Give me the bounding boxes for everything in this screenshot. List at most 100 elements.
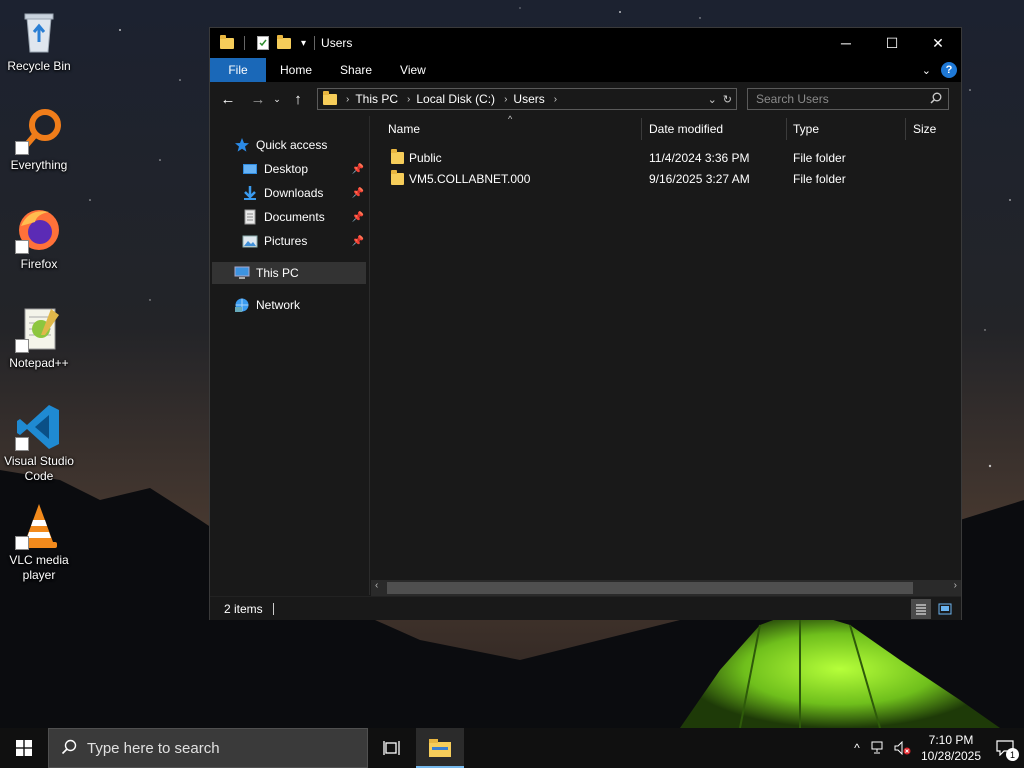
nav-item-label: Quick access <box>256 138 328 152</box>
desktop-folder-icon <box>242 161 258 177</box>
help-icon[interactable]: ? <box>941 62 957 78</box>
show-hidden-icons-icon[interactable]: ^ <box>846 728 868 768</box>
nav-item-desktop[interactable]: Desktop 📌 <box>242 158 366 180</box>
new-folder-icon[interactable] <box>277 34 293 51</box>
nav-item-label: Network <box>256 298 301 312</box>
title-bar[interactable]: ▾ Users ─ ☐ ✕ <box>210 28 961 58</box>
tab-view[interactable]: View <box>386 58 440 82</box>
this-pc-icon <box>234 265 250 281</box>
forward-button[interactable]: → <box>246 87 270 111</box>
desktop-icon-label: Recycle Bin <box>7 59 71 73</box>
pin-icon[interactable]: 📌 <box>352 164 364 175</box>
address-history-dropdown-icon[interactable]: ⌄ <box>708 93 717 106</box>
taskbar-search-input[interactable] <box>87 739 347 757</box>
back-button[interactable]: ← <box>216 87 240 111</box>
column-divider[interactable] <box>786 118 787 140</box>
breadcrumb-this-pc[interactable]: This PC <box>355 92 398 106</box>
toolbar-separator <box>314 36 316 50</box>
pin-icon[interactable]: 📌 <box>352 188 364 199</box>
minimize-button[interactable]: ─ <box>823 28 869 58</box>
desktop-icon-recycle-bin[interactable]: Recycle Bin <box>2 8 76 74</box>
nav-item-quick-access[interactable]: Quick access <box>234 134 364 156</box>
breadcrumb-separator-icon[interactable]: › <box>407 94 410 105</box>
column-divider[interactable] <box>641 118 642 140</box>
search-input[interactable] <box>756 92 916 106</box>
close-button[interactable]: ✕ <box>915 28 961 58</box>
pin-icon[interactable]: 📌 <box>352 212 364 223</box>
breadcrumb-separator-icon[interactable]: › <box>504 94 507 105</box>
column-header-name[interactable]: Name <box>388 116 642 142</box>
horizontal-scrollbar[interactable]: ‹ › <box>371 580 961 596</box>
taskbar-file-explorer-button[interactable] <box>416 728 464 768</box>
desktop-icon-notepad-plus-plus[interactable]: Notepad++ <box>2 305 76 371</box>
network-status-icon[interactable] <box>868 728 890 768</box>
nav-item-label: Documents <box>264 210 325 224</box>
breadcrumb-users[interactable]: Users <box>513 92 544 106</box>
large-icons-view-button[interactable] <box>935 599 955 619</box>
breadcrumb-separator-icon[interactable]: › <box>346 94 349 105</box>
file-type: File folder <box>793 172 846 186</box>
everything-search-icon <box>15 107 63 155</box>
file-name: Public <box>409 151 442 165</box>
refresh-icon[interactable]: ↻ <box>723 93 732 106</box>
recent-locations-button[interactable]: ⌄ <box>270 87 284 111</box>
nav-item-documents[interactable]: Documents 📌 <box>242 206 366 228</box>
folder-icon <box>391 169 404 189</box>
file-explorer-window[interactable]: ▾ Users ─ ☐ ✕ File Home Share View ⌄ ? ←… <box>209 27 962 620</box>
desktop-icon-label: Visual Studio Code <box>4 454 74 483</box>
tab-home[interactable]: Home <box>266 58 326 82</box>
nav-item-pictures[interactable]: Pictures 📌 <box>242 230 366 252</box>
file-list[interactable]: ^ Name Date modified Type Size Public 11… <box>371 114 961 595</box>
column-header-date-modified[interactable]: Date modified <box>649 116 787 142</box>
tab-share[interactable]: Share <box>326 58 386 82</box>
taskbar-search-box[interactable] <box>48 728 368 768</box>
desktop-icon-firefox[interactable]: Firefox <box>2 206 76 272</box>
breadcrumb-separator-icon[interactable]: › <box>554 94 557 105</box>
scroll-right-icon[interactable]: › <box>954 580 957 591</box>
desktop-icon-vlc[interactable]: VLC media player <box>2 502 76 583</box>
address-bar[interactable]: › This PC › Local Disk (C:) › Users › ⌄ … <box>317 88 737 110</box>
column-divider[interactable] <box>905 118 906 140</box>
volume-muted-icon[interactable] <box>890 728 916 768</box>
start-button[interactable] <box>0 728 48 768</box>
search-box[interactable] <box>747 88 949 110</box>
desktop-icon-vscode[interactable]: Visual Studio Code <box>2 403 76 484</box>
search-icon <box>61 739 77 758</box>
shortcut-arrow-icon <box>15 339 29 353</box>
windows-logo-icon <box>16 740 32 756</box>
tab-file[interactable]: File <box>210 58 266 82</box>
vscode-icon <box>15 403 63 451</box>
properties-icon[interactable] <box>255 35 271 51</box>
task-view-button[interactable] <box>368 728 416 768</box>
file-name: VM5.COLLABNET.000 <box>409 172 531 186</box>
item-count: 2 items <box>224 601 263 616</box>
nav-item-label: Pictures <box>264 234 308 248</box>
desktop-icon-label: Notepad++ <box>9 356 69 370</box>
breadcrumb-local-disk[interactable]: Local Disk (C:) <box>416 92 495 106</box>
file-row[interactable]: VM5.COLLABNET.000 9/16/2025 3:27 AM File… <box>388 169 948 189</box>
action-center-button[interactable]: 1 <box>986 728 1024 768</box>
desktop-icon-everything[interactable]: Everything <box>2 107 76 173</box>
taskbar: ^ 7:10 PM 10/28/2025 1 <box>0 728 1024 768</box>
nav-item-label: Desktop <box>264 162 309 176</box>
nav-item-downloads[interactable]: Downloads 📌 <box>242 182 366 204</box>
file-type: File folder <box>793 151 846 165</box>
nav-item-this-pc[interactable]: This PC <box>212 262 366 284</box>
clock-date: 10/28/2025 <box>920 749 982 763</box>
shortcut-arrow-icon <box>15 536 29 550</box>
pin-icon[interactable]: 📌 <box>352 236 364 247</box>
column-header-type[interactable]: Type <box>793 116 905 142</box>
scrollbar-thumb[interactable] <box>387 582 913 594</box>
maximize-button[interactable]: ☐ <box>869 28 915 58</box>
expand-ribbon-icon[interactable]: ⌄ <box>922 64 931 77</box>
file-row[interactable]: Public 11/4/2024 3:36 PM File folder <box>388 148 948 168</box>
details-view-button[interactable] <box>911 598 931 619</box>
system-clock[interactable]: 7:10 PM 10/28/2025 <box>916 732 986 764</box>
nav-item-network[interactable]: Network <box>234 294 364 316</box>
downloads-icon <box>242 185 258 201</box>
column-header-size[interactable]: Size <box>913 116 961 142</box>
up-button[interactable]: ↑ <box>286 87 310 111</box>
network-icon <box>234 297 250 313</box>
scroll-left-icon[interactable]: ‹ <box>375 580 378 591</box>
customize-quick-access-icon[interactable]: ▾ <box>301 38 306 49</box>
